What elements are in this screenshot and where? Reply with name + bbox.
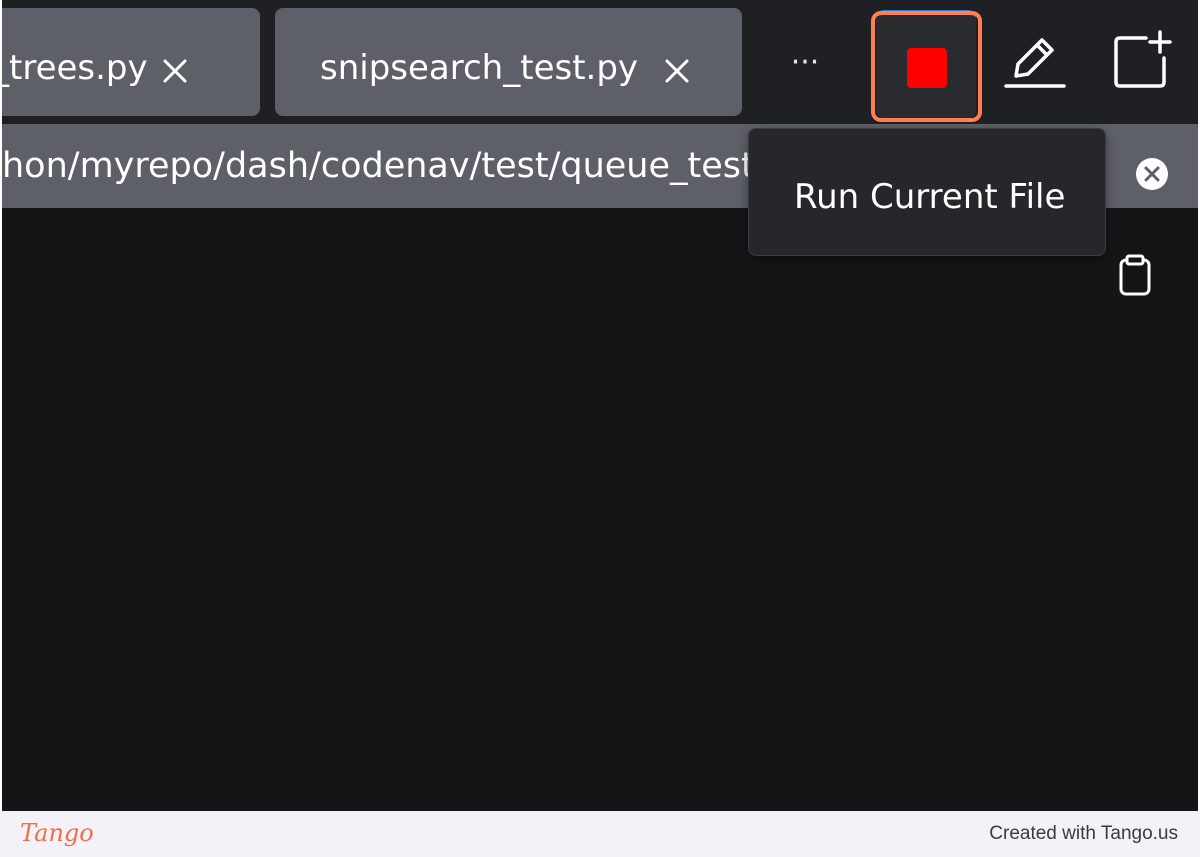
tab-bar: _trees.py snipsearch_test.py ···	[2, 0, 1198, 122]
editor-area[interactable]	[2, 208, 1198, 811]
more-tabs-button[interactable]: ···	[772, 48, 838, 88]
run-current-file-button[interactable]	[876, 10, 976, 118]
file-path-input[interactable]: hon/myrepo/dash/codenav/test/queue_test.…	[2, 146, 762, 186]
tab-label: snipsearch_test.py	[320, 48, 639, 88]
clipboard-icon[interactable]	[1116, 254, 1154, 298]
tooltip-text: Run Current File	[794, 177, 1066, 217]
tab-snipsearch-test[interactable]: snipsearch_test.py	[275, 8, 742, 116]
stop-square-icon	[907, 48, 947, 88]
run-tooltip: Run Current File	[748, 128, 1106, 256]
new-file-icon[interactable]	[1108, 30, 1174, 92]
tab-trees[interactable]: _trees.py	[2, 8, 260, 116]
close-icon[interactable]	[660, 54, 694, 88]
tab-label: _trees.py	[2, 48, 148, 88]
clear-icon[interactable]	[1135, 157, 1169, 191]
footer-credit: Created with Tango.us	[989, 823, 1178, 844]
app-window: _trees.py snipsearch_test.py ··· hon/myr…	[2, 0, 1198, 811]
close-icon[interactable]	[158, 54, 192, 88]
pencil-icon[interactable]	[1002, 30, 1068, 92]
footer: Tango Created with Tango.us	[0, 811, 1200, 857]
tango-logo: Tango	[20, 819, 94, 847]
